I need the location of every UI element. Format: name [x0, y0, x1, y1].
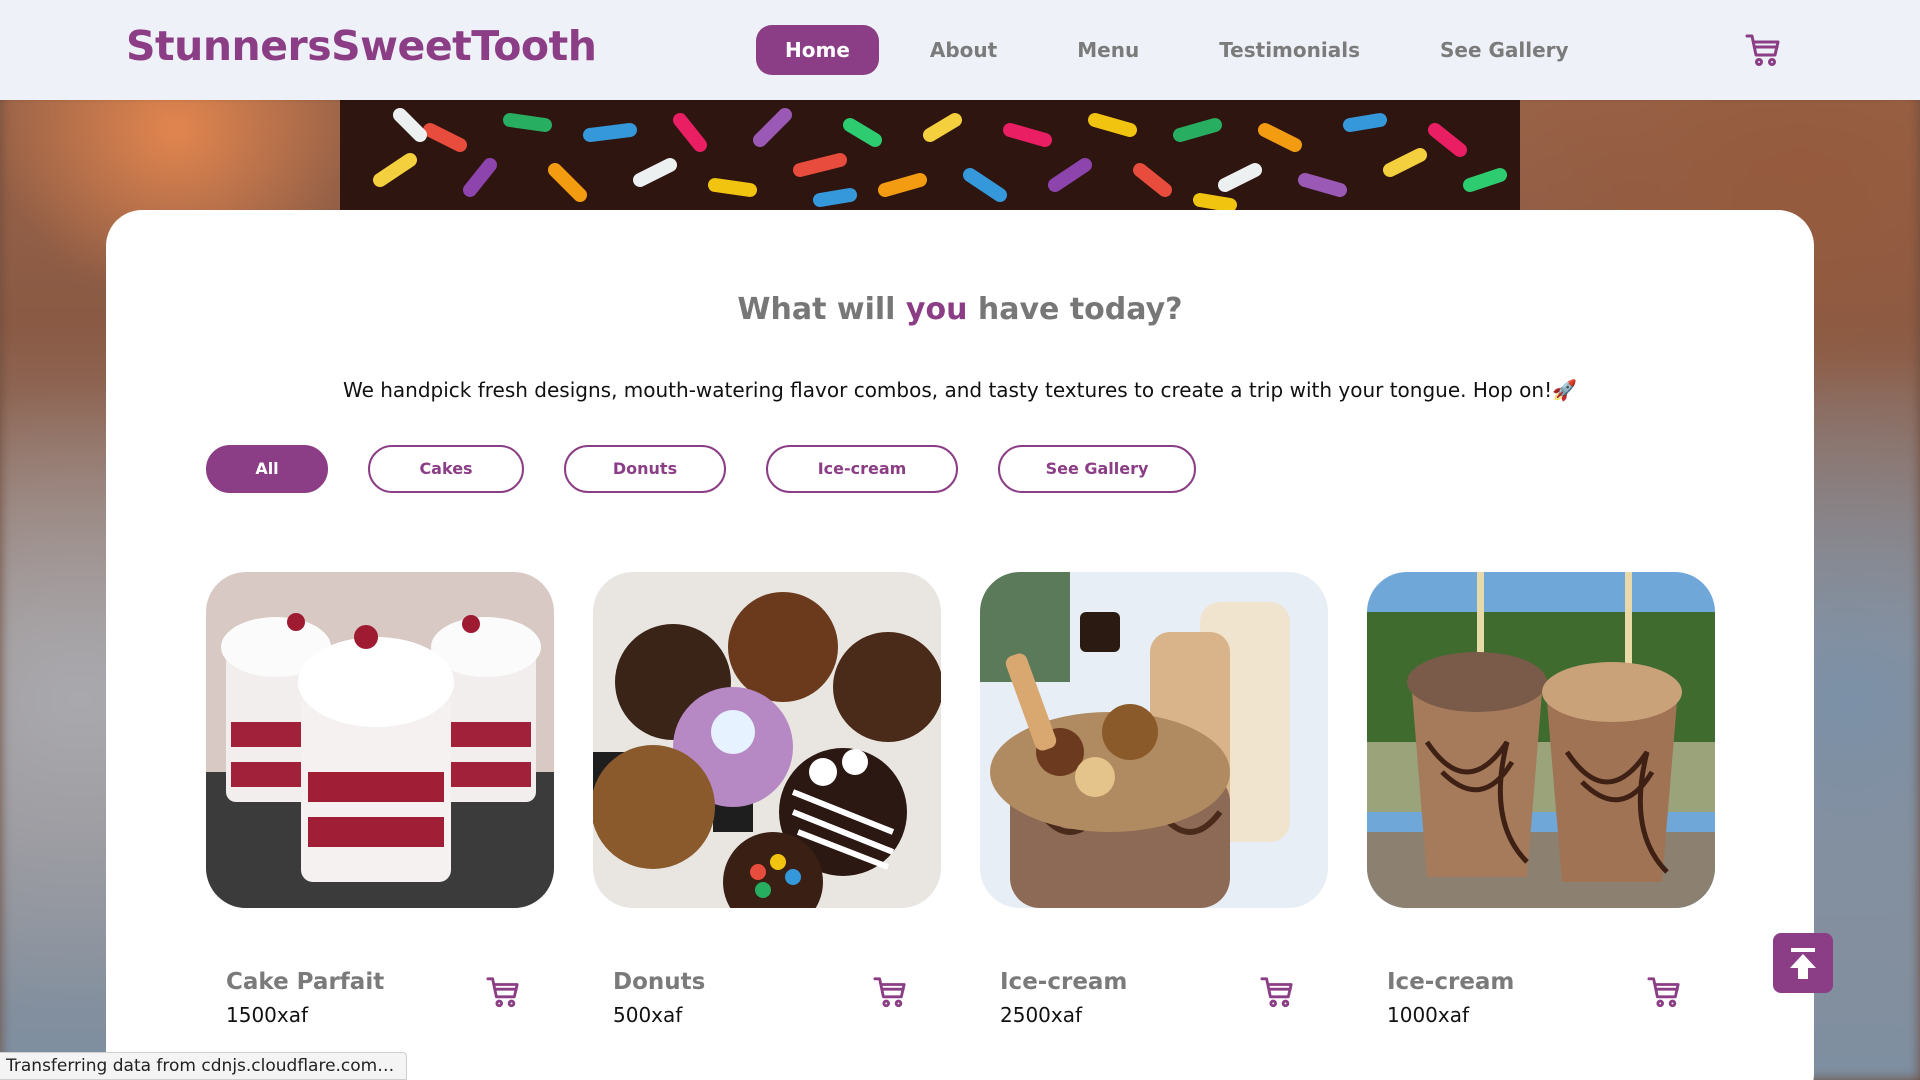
product-name: Ice-cream [1000, 969, 1128, 995]
product-name: Cake Parfait [226, 969, 385, 995]
product-grid: Cake Parfait 1500xaf Donuts 500xaf Ice-c… [206, 572, 1715, 1052]
cart-icon[interactable] [1745, 33, 1781, 67]
product-card[interactable]: Cake Parfait 1500xaf [206, 572, 554, 1052]
arrow-up-icon [1790, 948, 1816, 979]
nav-menu[interactable]: Menu [1048, 25, 1168, 75]
add-to-cart-icon[interactable] [486, 976, 520, 1008]
nav-testimonials[interactable]: Testimonials [1190, 25, 1389, 75]
hero-sprinkles-image [340, 100, 1520, 210]
add-to-cart-icon[interactable] [873, 976, 907, 1008]
nav-see-gallery[interactable]: See Gallery [1411, 25, 1598, 75]
filter-all[interactable]: All [206, 445, 328, 493]
product-image-donuts[interactable] [593, 572, 941, 908]
product-card[interactable]: Ice-cream 2500xaf [980, 572, 1328, 1052]
product-image-cake-parfait[interactable] [206, 572, 554, 908]
menu-section: What will you have today? We handpick fr… [106, 210, 1814, 1080]
section-description: We handpick fresh designs, mouth-waterin… [342, 378, 1578, 402]
product-price: 1500xaf [226, 1003, 309, 1027]
filter-cakes[interactable]: Cakes [368, 445, 524, 493]
product-name: Donuts [613, 969, 706, 995]
filter-ice-cream[interactable]: Ice-cream [766, 445, 958, 493]
category-filters: All Cakes Donuts Ice-cream See Gallery [206, 445, 1236, 493]
product-price: 500xaf [613, 1003, 683, 1027]
product-name: Ice-cream [1387, 969, 1515, 995]
filter-see-gallery[interactable]: See Gallery [998, 445, 1196, 493]
filter-donuts[interactable]: Donuts [564, 445, 726, 493]
browser-status-bar: Transferring data from cdnjs.cloudflare.… [0, 1052, 408, 1080]
scroll-to-top-button[interactable] [1773, 933, 1833, 993]
nav-about[interactable]: About [901, 25, 1026, 75]
product-image-ice-cream-shake[interactable] [980, 572, 1328, 908]
product-card[interactable]: Donuts 500xaf [593, 572, 941, 1052]
product-price: 2500xaf [1000, 1003, 1083, 1027]
site-logo[interactable]: StunnersSweetTooth [126, 22, 597, 70]
main-nav: Home About Menu Testimonials See Gallery [756, 25, 1598, 75]
section-heading: What will you have today? [737, 292, 1183, 327]
product-card[interactable]: Ice-cream 1000xaf [1367, 572, 1715, 1052]
product-image-iced-drinks[interactable] [1367, 572, 1715, 908]
add-to-cart-icon[interactable] [1647, 976, 1681, 1008]
nav-home[interactable]: Home [756, 25, 879, 75]
add-to-cart-icon[interactable] [1260, 976, 1294, 1008]
product-price: 1000xaf [1387, 1003, 1470, 1027]
site-header: StunnersSweetTooth Home About Menu Testi… [0, 0, 1920, 100]
